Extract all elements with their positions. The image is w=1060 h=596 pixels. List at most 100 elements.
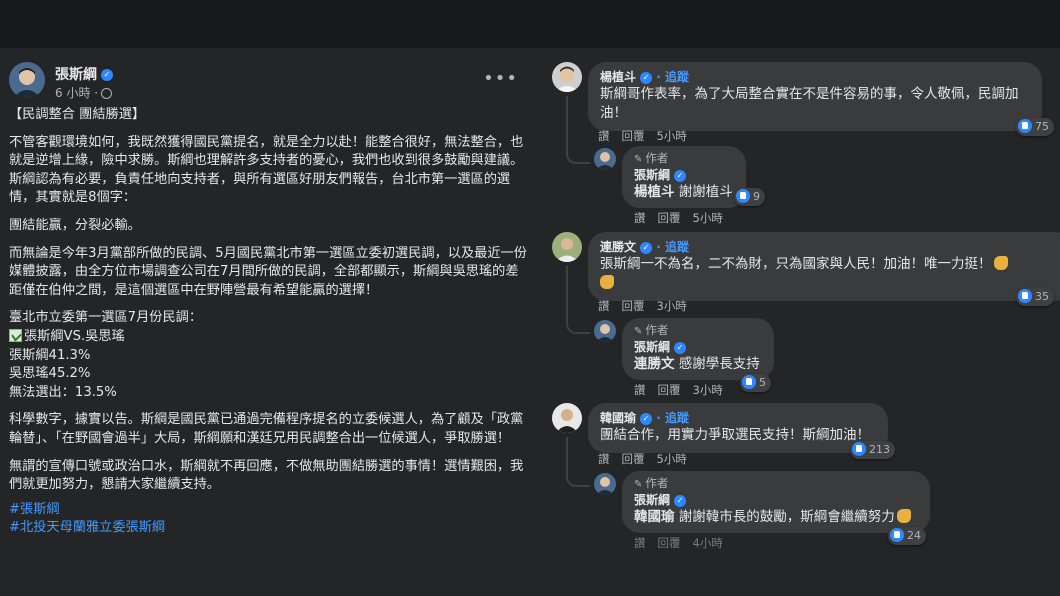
commenter-avatar[interactable] [552, 62, 582, 92]
like-icon [890, 528, 904, 542]
comment-time[interactable]: 3小時 [657, 299, 687, 313]
like-button[interactable]: 讚 [598, 129, 610, 143]
reaction-count[interactable]: 35 [1016, 288, 1054, 306]
verified-badge-icon: ✓ [674, 341, 687, 354]
reply-author-text[interactable]: 張斯綱 [634, 493, 670, 507]
commenter-avatar[interactable] [552, 232, 582, 262]
reply-button[interactable]: 回覆 [658, 536, 681, 550]
hashtag-link[interactable]: #北投天母蘭雅立委張斯綱 [9, 519, 529, 538]
reply-author-avatar[interactable] [594, 473, 616, 495]
comment-time[interactable]: 5小時 [657, 452, 687, 466]
verified-badge-icon: ✓ [640, 71, 653, 84]
post-author-text[interactable]: 張斯綱 [55, 67, 97, 83]
author-tag-text: 作者 [645, 476, 669, 490]
mention-link[interactable]: 韓國瑜 [634, 509, 675, 525]
reaction-number: 5 [759, 376, 766, 389]
thread-line [566, 96, 590, 164]
reply-author-avatar[interactable] [594, 320, 616, 342]
reply-bubble: ✎ 作者 張斯綱 ✓ 楊植斗 謝謝植斗 [622, 146, 746, 208]
reply-actions: 讚回覆 3小時 [634, 382, 735, 398]
reaction-number: 75 [1035, 120, 1049, 133]
post-panel: 張斯綱 ✓ 6 小時 · ••• 【民調整合 團結勝選】 不管客觀環境如何，我既然… [0, 48, 540, 596]
reply-button[interactable]: 回覆 [658, 383, 681, 397]
reply-button[interactable]: 回覆 [622, 452, 645, 466]
like-button[interactable]: 讚 [634, 536, 646, 550]
reply-text: 謝謝植斗 [678, 184, 733, 200]
poll-title: 臺北市立委第一選區7月份民調： [9, 310, 203, 326]
reaction-count[interactable]: 5 [740, 374, 771, 392]
follow-link[interactable]: · 追蹤 [656, 70, 689, 84]
thread-line [566, 437, 590, 487]
post-body: 【民調整合 團結勝選】 不管客觀環境如何，我既然獲得國民黨提名，就是全力以赴！能… [9, 106, 529, 538]
follow-link[interactable]: · 追蹤 [656, 240, 689, 254]
comment-time[interactable]: 5小時 [657, 129, 687, 143]
reaction-count[interactable]: 213 [850, 441, 895, 459]
pencil-icon: ✎ [634, 326, 643, 337]
reply-text: 感謝學長支持 [678, 356, 760, 372]
like-icon [736, 189, 750, 203]
comment-bubble: 連勝文 ✓ · 追蹤 張斯綱一不為名，二不為財，只為國家與人民！加油！唯一力挺！ [588, 232, 1060, 301]
comment-author-text[interactable]: 楊植斗 [600, 70, 636, 84]
like-icon [1018, 289, 1032, 303]
reply-author-text[interactable]: 張斯綱 [634, 168, 670, 182]
post-paragraph: 科學數字，據實以告。斯綱是國民黨已通過完備程序提名的立委候選人，為了顧及「政黨輪… [9, 412, 524, 446]
reaction-count[interactable]: 75 [1016, 118, 1054, 136]
post-timestamp[interactable]: 6 小時 · [55, 84, 113, 101]
reply-button[interactable]: 回覆 [622, 129, 645, 143]
reply-text: 謝謝韓市長的鼓勵，斯綱會繼續努力 [678, 509, 895, 525]
reply-author[interactable]: 張斯綱 ✓ [634, 339, 762, 355]
reaction-number: 35 [1035, 290, 1049, 303]
reply-time[interactable]: 5小時 [693, 211, 723, 225]
reply-time[interactable]: 3小時 [693, 383, 723, 397]
comment-bubble: 楊植斗 ✓ · 追蹤 斯綱哥作表率，為了大局整合實在不是件容易的事，令人敬佩，民調… [588, 62, 1042, 131]
like-icon [742, 375, 756, 389]
pencil-icon: ✎ [634, 154, 643, 165]
comment-actions: 讚回覆 5小時 [598, 128, 699, 144]
reply-button[interactable]: 回覆 [622, 299, 645, 313]
poll-result-a: 張斯綱41.3% [9, 347, 91, 363]
commenter-avatar[interactable] [552, 403, 582, 433]
like-button[interactable]: 讚 [598, 299, 610, 313]
poll-block: 臺北市立委第一選區7月份民調： 張斯綱VS.吳思瑤 張斯綱41.3% 吳思瑤45… [9, 309, 529, 402]
mention-link[interactable]: 連勝文 [634, 356, 675, 372]
post-paragraph: 無謂的宣傳口號或政治口水，斯綱就不再回應，不做無助團結勝選的事情！選情艱困，我們… [9, 458, 524, 493]
muscle-emoji-icon [896, 509, 911, 523]
reply-button[interactable]: 回覆 [658, 211, 681, 225]
reply-time[interactable]: 4小時 [693, 536, 723, 550]
comment-author-text[interactable]: 韓國瑜 [600, 411, 636, 425]
reply-author[interactable]: 張斯綱 ✓ [634, 167, 734, 183]
comment-author[interactable]: 韓國瑜 ✓ · 追蹤 [600, 410, 876, 426]
reaction-count[interactable]: 9 [734, 188, 765, 206]
reply-author[interactable]: 張斯綱 ✓ [634, 492, 918, 508]
hashtag-link[interactable]: #張斯綱 [9, 501, 529, 520]
comment-author[interactable]: 楊植斗 ✓ · 追蹤 [600, 69, 1030, 85]
author-tag: ✎ 作者 [634, 476, 918, 492]
more-icon[interactable]: ••• [483, 68, 518, 89]
reaction-number: 24 [907, 529, 921, 542]
post-paragraph: 團結能贏，分裂必輸。 [9, 217, 141, 233]
reaction-number: 9 [753, 190, 760, 203]
reply-author-avatar[interactable] [594, 148, 616, 170]
muscle-emoji-icon [600, 275, 614, 289]
like-button[interactable]: 讚 [634, 211, 646, 225]
post-time-text[interactable]: 6 小時 · [55, 86, 98, 100]
post-author-avatar[interactable] [9, 62, 45, 98]
reply-actions: 讚回覆 5小時 [634, 210, 735, 226]
like-button[interactable]: 讚 [598, 452, 610, 466]
post-header: 張斯綱 ✓ 6 小時 · ••• [9, 62, 530, 102]
like-button[interactable]: 讚 [634, 383, 646, 397]
post-author-name[interactable]: 張斯綱 ✓ [55, 64, 113, 84]
reaction-count[interactable]: 24 [888, 527, 926, 545]
mention-link[interactable]: 楊植斗 [634, 184, 675, 200]
poll-matchup: 張斯綱VS.吳思瑤 [24, 328, 125, 344]
check-emoji-icon [9, 328, 22, 342]
follow-link[interactable]: · 追蹤 [656, 411, 689, 425]
reply-author-text[interactable]: 張斯綱 [634, 340, 670, 354]
author-tag-text: 作者 [645, 323, 669, 337]
comment-author-text[interactable]: 連勝文 [600, 240, 636, 254]
like-icon [852, 442, 866, 456]
comment-author[interactable]: 連勝文 ✓ · 追蹤 [600, 239, 1060, 255]
comment-text: 團結合作，用實力爭取選民支持！斯綱加油！ [600, 427, 870, 443]
comment-text: 斯綱哥作表率，為了大局整合實在不是件容易的事，令人敬佩，民調加油！ [600, 86, 1019, 121]
post-paragraph: 不管客觀環境如何，我既然獲得國民黨提名，就是全力以赴！能整合很好，無法整合，也就… [9, 134, 524, 206]
